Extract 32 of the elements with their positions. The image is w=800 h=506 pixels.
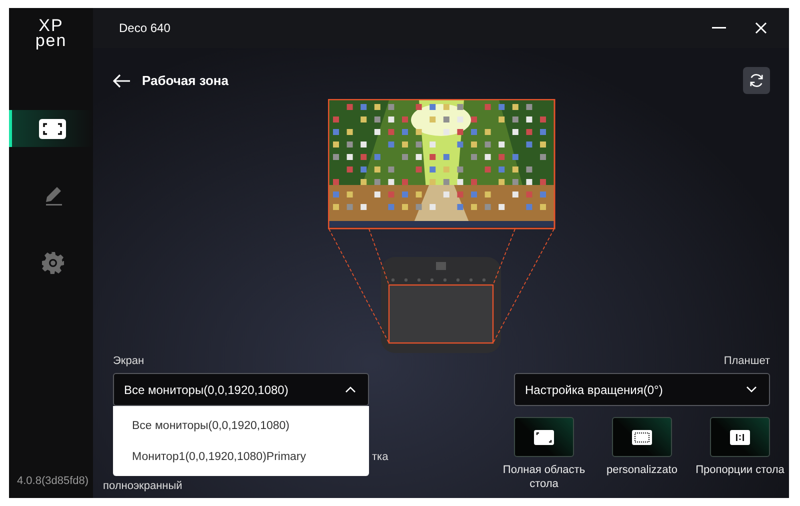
ratio-icon [730, 430, 750, 444]
refresh-button[interactable] [743, 67, 770, 94]
mode-label: тка [372, 451, 388, 463]
close-icon [755, 22, 767, 34]
refresh-icon [749, 73, 764, 88]
screen-dropdown[interactable]: Все мониторы(0,0,1920,1080) [113, 373, 369, 406]
minimize-icon [712, 27, 726, 29]
version-label: 4.0.8(3d85fd8) [16, 475, 90, 489]
mode-label: Пропорции стола [694, 463, 786, 477]
dropdown-option[interactable]: Монитор1(0,0,1920,1080)Primary [113, 441, 369, 472]
screen-label: Экран [113, 355, 144, 369]
caret-icon [746, 386, 757, 393]
corners-icon [534, 430, 554, 444]
settings-icon [40, 250, 64, 274]
page-title: Рабочая зона [142, 73, 230, 88]
mode-label: полноэкранный [103, 480, 182, 492]
fullscreen-icon [39, 118, 66, 138]
rotation-dropdown[interactable]: Настройка вращения(0°) [514, 373, 770, 406]
close-button[interactable] [753, 20, 769, 36]
mode-button[interactable] [612, 417, 672, 457]
mode-button[interactable] [514, 417, 574, 457]
back-arrow-icon [113, 74, 131, 88]
dropdown-option[interactable]: Все мониторы(0,0,1920,1080) [113, 410, 369, 441]
caret-icon [345, 386, 356, 393]
mode-label: Полная область стола [502, 463, 586, 491]
mode-button[interactable] [710, 417, 770, 457]
logo: XP pen [34, 15, 68, 52]
dotted-frame-icon [632, 430, 652, 444]
mode-label: personalizzato [606, 463, 678, 477]
tablet-label: Планшет [724, 355, 770, 369]
window-title: Deco 640 [119, 21, 172, 35]
back-button[interactable] [113, 74, 131, 88]
